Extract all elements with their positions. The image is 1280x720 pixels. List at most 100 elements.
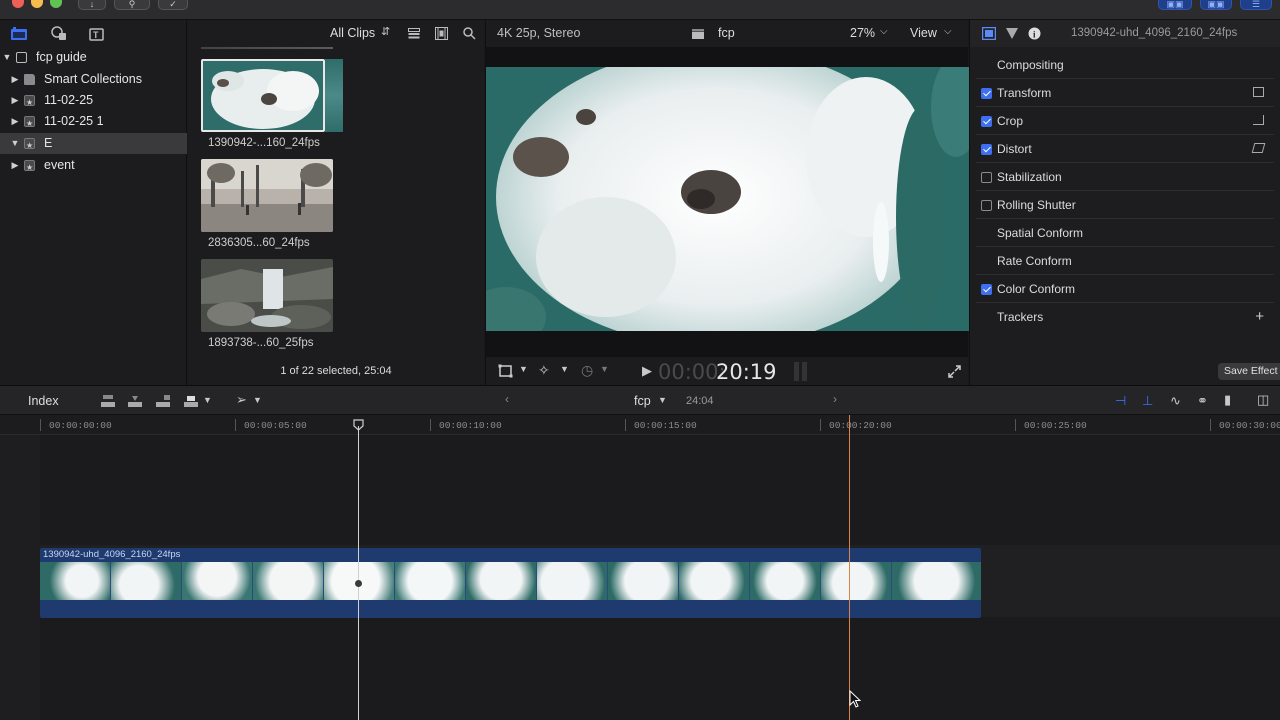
chevron-down-icon[interactable]: ▼ bbox=[560, 364, 569, 374]
clip-thumbnail-selected[interactable] bbox=[201, 59, 325, 132]
libraries-icon[interactable] bbox=[10, 26, 28, 41]
library-item-event-11-02-25-1[interactable]: ▶ 11-02-25 1 bbox=[0, 111, 187, 134]
viewer[interactable] bbox=[485, 47, 969, 357]
chevron-down-icon[interactable]: ▼ bbox=[253, 395, 262, 405]
inspector-row-crop[interactable]: Crop bbox=[976, 107, 1274, 135]
color-conform-checkbox[interactable] bbox=[981, 284, 992, 295]
library-fcp-guide[interactable]: ▼ fcp guide bbox=[0, 47, 187, 68]
filmstrip-frame bbox=[182, 562, 253, 600]
disclosure-closed-icon[interactable]: ▶ bbox=[10, 69, 20, 90]
viewer-frame-image bbox=[486, 67, 969, 331]
inspector-row-stabilization[interactable]: Stabilization bbox=[976, 163, 1274, 191]
clip-thumbnail[interactable] bbox=[201, 159, 333, 232]
rolling-shutter-checkbox[interactable] bbox=[981, 200, 992, 211]
inspector-row-distort[interactable]: Distort bbox=[976, 135, 1274, 163]
playhead-line[interactable] bbox=[849, 415, 850, 720]
skimmer-handle-icon[interactable] bbox=[353, 419, 364, 431]
workspace-layout-2-icon[interactable]: ▣▣ bbox=[1200, 0, 1232, 10]
timeline-history-back-icon[interactable]: ‹ bbox=[505, 392, 509, 406]
retime-gauge-icon[interactable]: ◷ bbox=[581, 362, 593, 379]
color-inspector-icon[interactable] bbox=[1006, 27, 1018, 40]
view-menu[interactable]: View bbox=[910, 26, 937, 40]
disclosure-open-icon[interactable]: ▼ bbox=[2, 47, 12, 68]
inspector-row-rolling-shutter[interactable]: Rolling Shutter bbox=[976, 191, 1274, 219]
keywords-icon[interactable]: ⚲ bbox=[114, 0, 150, 10]
crop-onscreen-icon[interactable] bbox=[1253, 115, 1264, 125]
inspector-clip-name: 1390942-uhd_4096_2160_24fps bbox=[1071, 27, 1238, 39]
clip-filter-dropdown[interactable]: All Clips bbox=[330, 26, 375, 40]
workspace-layout-1-icon[interactable]: ▣▣ bbox=[1158, 0, 1192, 10]
photos-audio-icon[interactable] bbox=[51, 26, 67, 41]
fullscreen-icon[interactable] bbox=[948, 365, 961, 378]
disclosure-closed-icon[interactable]: ▶ bbox=[10, 111, 20, 132]
chevron-down-icon[interactable]: ▼ bbox=[600, 364, 609, 374]
save-effects-preset-button[interactable]: Save Effect bbox=[1218, 363, 1280, 380]
connect-clip-icon[interactable] bbox=[100, 394, 116, 408]
disclosure-closed-icon[interactable]: ▶ bbox=[10, 155, 20, 176]
timeline-clip[interactable]: 1390942-uhd_4096_2160_24fps bbox=[40, 548, 981, 618]
audio-waveform-icon[interactable]: ∿ bbox=[1170, 393, 1181, 409]
timecode-display[interactable]: 20:19 bbox=[716, 360, 777, 384]
add-tracker-button[interactable]: + bbox=[1255, 308, 1264, 325]
filmstrip-frame bbox=[750, 562, 821, 600]
inspector-row-transform[interactable]: Transform bbox=[976, 79, 1274, 107]
library-item-event-e[interactable]: ▼ E bbox=[0, 133, 187, 156]
list-view-icon[interactable] bbox=[408, 28, 420, 39]
inspector-row-spatial-conform[interactable]: Spatial Conform bbox=[976, 219, 1274, 247]
search-icon[interactable] bbox=[463, 27, 476, 40]
transform-tool-icon[interactable] bbox=[498, 364, 513, 378]
info-icon[interactable]: i bbox=[1028, 27, 1041, 40]
disclosure-open-icon[interactable]: ▼ bbox=[10, 133, 20, 154]
filmstrip-frame bbox=[253, 562, 324, 600]
close-window-button[interactable] bbox=[12, 0, 24, 8]
clip-appearance-filmstrip-icon[interactable]: ◫ bbox=[1257, 392, 1269, 408]
transform-checkbox[interactable] bbox=[981, 88, 992, 99]
skimming-icon[interactable]: ⊣ bbox=[1115, 393, 1126, 409]
solo-headphones-icon[interactable]: ⚭ bbox=[1197, 393, 1208, 409]
chevron-down-icon[interactable]: ▼ bbox=[658, 395, 667, 405]
library-item-event-11-02-25[interactable]: ▶ 11-02-25 bbox=[0, 90, 187, 113]
inspector-row-color-conform[interactable]: Color Conform bbox=[976, 275, 1274, 303]
audio-skimming-icon[interactable]: ⊥ bbox=[1142, 393, 1153, 409]
video-inspector-icon[interactable] bbox=[982, 27, 996, 40]
inspector-row-trackers[interactable]: Trackers + bbox=[976, 303, 1274, 331]
inspector-row-compositing[interactable]: Compositing bbox=[976, 51, 1274, 79]
chevron-down-icon[interactable]: ▼ bbox=[203, 395, 212, 405]
video-inspector: Compositing Transform Crop Distort Stabi… bbox=[969, 47, 1280, 385]
select-tool-arrow-icon[interactable]: ➢ bbox=[236, 392, 247, 408]
library-item-smart-collections[interactable]: ▶ Smart Collections bbox=[0, 69, 187, 90]
background-tasks-icon[interactable]: ✓ bbox=[158, 0, 188, 10]
chevron-down-icon[interactable]: ▼ bbox=[519, 364, 528, 374]
clip-appearance-icon[interactable] bbox=[435, 27, 448, 40]
clip-thumbnail[interactable] bbox=[201, 259, 333, 332]
disclosure-closed-icon[interactable]: ▶ bbox=[10, 90, 20, 111]
library-item-event-event[interactable]: ▶ event bbox=[0, 155, 187, 178]
timeline-ruler[interactable]: 00:00:00:00 00:00:05:00 00:00:10:00 00:0… bbox=[0, 415, 1280, 435]
append-clip-icon[interactable] bbox=[155, 394, 171, 408]
ruler-tick bbox=[235, 419, 236, 431]
stabilization-checkbox[interactable] bbox=[981, 172, 992, 183]
play-icon[interactable]: ▶ bbox=[642, 363, 652, 379]
import-icon[interactable]: ↓ bbox=[78, 0, 106, 10]
clip-filmstrip bbox=[40, 562, 981, 600]
timeline-project-name[interactable]: fcp bbox=[634, 394, 651, 408]
overwrite-clip-icon[interactable] bbox=[183, 394, 199, 408]
library-item-label: event bbox=[44, 158, 75, 172]
zoom-window-button[interactable] bbox=[50, 0, 62, 8]
timeline-index-button[interactable]: Index bbox=[28, 394, 59, 408]
snapping-icon[interactable]: ▮ bbox=[1224, 392, 1231, 408]
transform-onscreen-icon[interactable] bbox=[1253, 87, 1264, 97]
distort-onscreen-icon[interactable] bbox=[1251, 143, 1266, 153]
inspector-row-rate-conform[interactable]: Rate Conform bbox=[976, 247, 1274, 275]
ruler-label: 00:00:05:00 bbox=[244, 420, 307, 431]
insert-clip-icon[interactable] bbox=[127, 394, 143, 408]
crop-checkbox[interactable] bbox=[981, 116, 992, 127]
enhance-wand-icon[interactable]: ✧ bbox=[538, 362, 550, 379]
zoom-dropdown[interactable]: 27% bbox=[850, 26, 875, 40]
titles-generators-icon[interactable]: T bbox=[89, 26, 106, 41]
skimmer-line[interactable] bbox=[358, 426, 359, 720]
minimize-window-button[interactable] bbox=[31, 0, 43, 8]
inspector-toggle-icon[interactable]: ☰ bbox=[1240, 0, 1272, 10]
distort-checkbox[interactable] bbox=[981, 144, 992, 155]
timeline-history-forward-icon[interactable]: › bbox=[833, 392, 837, 406]
